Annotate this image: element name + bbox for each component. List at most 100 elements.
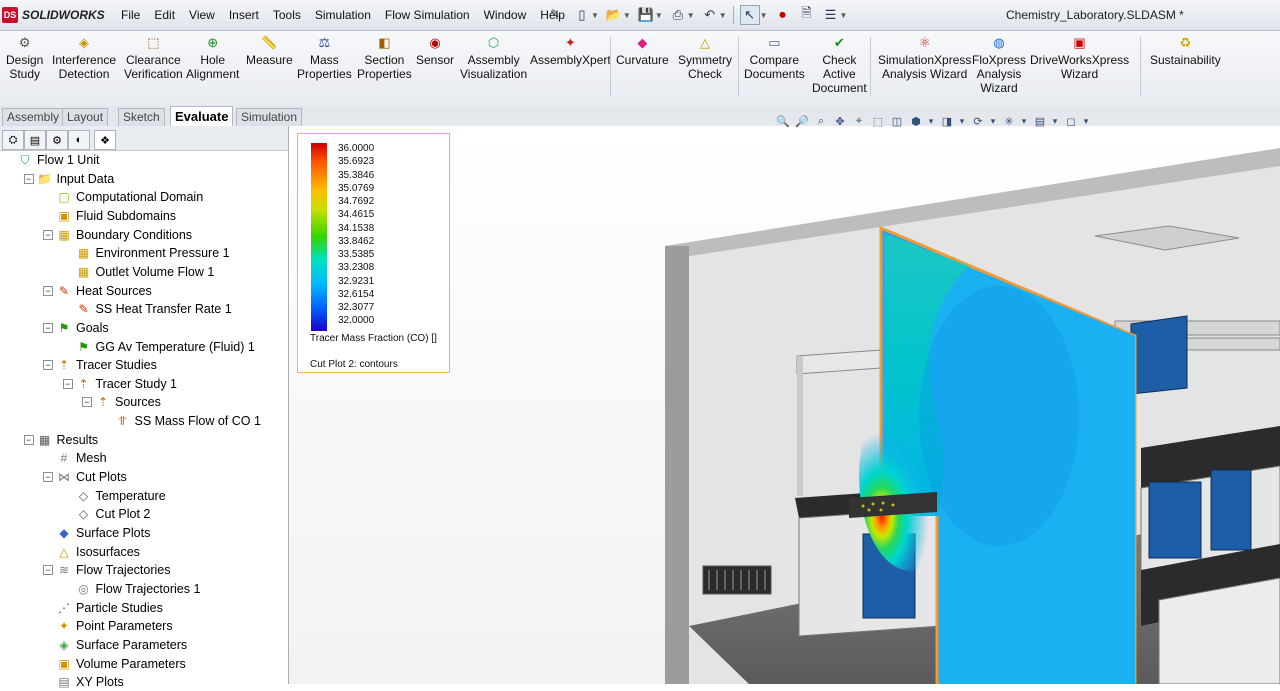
tool-driveworksxpress-wizard[interactable]: ▣ DriveWorksXpress Wizard [1030,35,1129,82]
file-properties-icon[interactable]: 🗎 [798,5,816,24]
menu-insert[interactable]: Insert [222,8,266,22]
undo-icon[interactable]: ↶ [701,6,719,24]
menu-tools[interactable]: Tools [266,8,308,22]
tree-item[interactable]: ▣ Volume Parameters [43,655,185,673]
tool-hole-alignment[interactable]: ⊕ Hole Alignment [186,35,239,82]
tool-symmetry-check[interactable]: △ Symmetry Check [678,35,732,82]
save-icon[interactable]: 💾 [637,6,655,24]
tree-item[interactable]: ✦ Point Parameters [43,617,173,635]
edit-appearance-icon[interactable]: ⟳ [970,114,986,128]
tree-item[interactable]: − ≋ Flow Trajectories [43,561,170,579]
collapse-toggle-icon[interactable]: − [43,229,53,240]
chevron-down-icon[interactable]: ▼ [760,11,768,20]
tool-assemblyxpert[interactable]: ✦ AssemblyXpert [530,35,611,68]
view-orientation-icon[interactable]: ◫ [889,114,905,128]
rebuild-icon[interactable]: ⏺ [774,6,792,24]
collapse-toggle-icon[interactable]: − [62,378,73,389]
tool-sustainability[interactable]: ♻ Sustainability [1150,35,1221,68]
tree-item[interactable]: ▤ XY Plots [43,673,123,691]
tab-sketch[interactable]: Sketch [118,108,165,126]
select-cursor-icon[interactable]: ↖ [739,5,760,25]
chevron-down-icon[interactable]: ▼ [623,11,631,20]
chevron-down-icon[interactable]: ▾ [958,114,966,128]
rotate-icon[interactable]: ✥ [832,114,848,128]
tree-item[interactable]: ▦ Environment Pressure 1 [63,244,230,262]
tree-item[interactable]: △ Isosurfaces [43,543,140,561]
display-style-icon[interactable]: ⬢ [908,114,924,128]
tool-check-active-document[interactable]: ✔ Check Active Document [812,35,867,96]
tree-item[interactable]: − ⇡ Sources [82,393,161,411]
hide-show-icon[interactable]: ◨ [939,114,955,128]
tool-simulationxpress-analysis-wizard[interactable]: ⚛ SimulationXpress Analysis Wizard [878,35,971,82]
tree-item[interactable]: ⚑ GG Av Temperature (Fluid) 1 [63,338,255,356]
new-document-icon[interactable]: ▯ [573,6,591,24]
tab-assembly[interactable]: Assembly [2,108,65,126]
apply-scene-icon[interactable]: ✳ [1001,114,1017,128]
menu-simulation[interactable]: Simulation [308,8,378,22]
chevron-down-icon[interactable]: ▾ [1082,114,1090,128]
tree-item[interactable]: − ▦ Boundary Conditions [43,226,192,244]
collapse-toggle-icon[interactable]: − [23,173,34,184]
tool-clearance-verification[interactable]: ⬚ Clearance Verification [124,35,183,82]
configuration-manager-tab-icon[interactable]: ⚙ [46,130,68,150]
pan-icon[interactable]: ⌖ [851,114,867,128]
tab-layout[interactable]: Layout [62,108,109,126]
graphics-viewport[interactable]: 36.0000 35.6923 35.3846 35.0769 34.7692 34.46… [289,126,1280,684]
chevron-down-icon[interactable]: ▾ [927,114,935,128]
tree-item[interactable]: − ⋈ Cut Plots [43,468,127,486]
tree-item[interactable]: ▣ Fluid Subdomains [43,207,176,225]
tree-item[interactable]: # Mesh [43,449,107,467]
collapse-toggle-icon[interactable]: − [43,322,53,333]
tree-item[interactable]: − ⚑ Goals [43,319,109,337]
tool-compare-documents[interactable]: ▭ Compare Documents [744,35,805,82]
open-folder-icon[interactable]: 📂 [605,6,623,24]
print-icon[interactable]: ⎙ [669,6,687,24]
menu-edit[interactable]: Edit [147,8,182,22]
tree-item[interactable]: ◈ Surface Parameters [43,636,187,654]
app-logo[interactable]: DS SOLIDWORKS [2,6,105,24]
tool-sensor[interactable]: ◉ Sensor [416,35,454,68]
section-view-icon[interactable]: ⬚ [870,114,886,128]
tree-item[interactable]: ⛉ Flow 1 Unit [4,151,99,169]
collapse-toggle-icon[interactable]: − [82,397,92,408]
collapse-toggle-icon[interactable]: − [43,360,53,371]
tool-design-study[interactable]: ⚙ Design Study [6,35,43,82]
chevron-down-icon[interactable]: ▾ [1051,114,1059,128]
menu-window[interactable]: Window [477,8,534,22]
tool-interference-detection[interactable]: ◈ Interference Detection [52,35,116,82]
tree-item[interactable]: − 📁 Input Data [23,170,114,188]
tree-item[interactable]: ⋰ Particle Studies [43,599,163,617]
tool-floxpress-analysis-wizard[interactable]: ◍ FloXpress Analysis Wizard [972,35,1026,96]
zoom-previous-icon[interactable]: ⌕ [813,114,829,128]
tool-section-properties[interactable]: ◧ Section Properties [357,35,412,82]
display-manager-tab-icon[interactable]: ◐ [68,130,90,150]
tree-item[interactable]: − ▦ Results [23,431,98,449]
tab-simulation[interactable]: Simulation [236,108,303,126]
collapse-toggle-icon[interactable]: − [23,434,34,445]
chevron-down-icon[interactable]: ▼ [655,11,663,20]
zoom-to-fit-icon[interactable]: 🔍 [775,114,791,128]
tree-item[interactable]: ◆ Surface Plots [43,524,150,542]
tree-item[interactable]: ◇ Cut Plot 2 [63,505,151,523]
collapse-toggle-icon[interactable]: − [43,472,53,483]
tab-evaluate[interactable]: Evaluate [170,106,234,127]
tool-mass-properties[interactable]: ⚖ Mass Properties [297,35,352,82]
screen-capture-icon[interactable]: ◻ [1063,114,1079,128]
tool-curvature[interactable]: ◆ Curvature [616,35,669,68]
pin-icon[interactable]: ✎ [550,7,564,21]
tree-item[interactable]: ◇ Temperature [63,487,166,505]
tree-item[interactable]: − ⇡ Tracer Study 1 [62,375,177,393]
chevron-down-icon[interactable]: ▼ [840,11,848,20]
flow-simulation-tab-icon[interactable]: ❖ [94,130,116,150]
menu-file[interactable]: File [114,8,147,22]
tree-item[interactable]: − ⇡ Tracer Studies [43,356,157,374]
collapse-toggle-icon[interactable]: − [43,285,53,296]
chevron-down-icon[interactable]: ▼ [687,11,695,20]
chevron-down-icon[interactable]: ▼ [719,11,727,20]
chevron-down-icon[interactable]: ▾ [1020,114,1028,128]
view-settings-icon[interactable]: ▤ [1032,114,1048,128]
menu-flow-simulation[interactable]: Flow Simulation [378,8,477,22]
options-icon[interactable]: ☰ [822,6,840,24]
tool-assembly-visualization[interactable]: ⬡ Assembly Visualization [460,35,527,82]
zoom-area-icon[interactable]: 🔎 [794,114,810,128]
